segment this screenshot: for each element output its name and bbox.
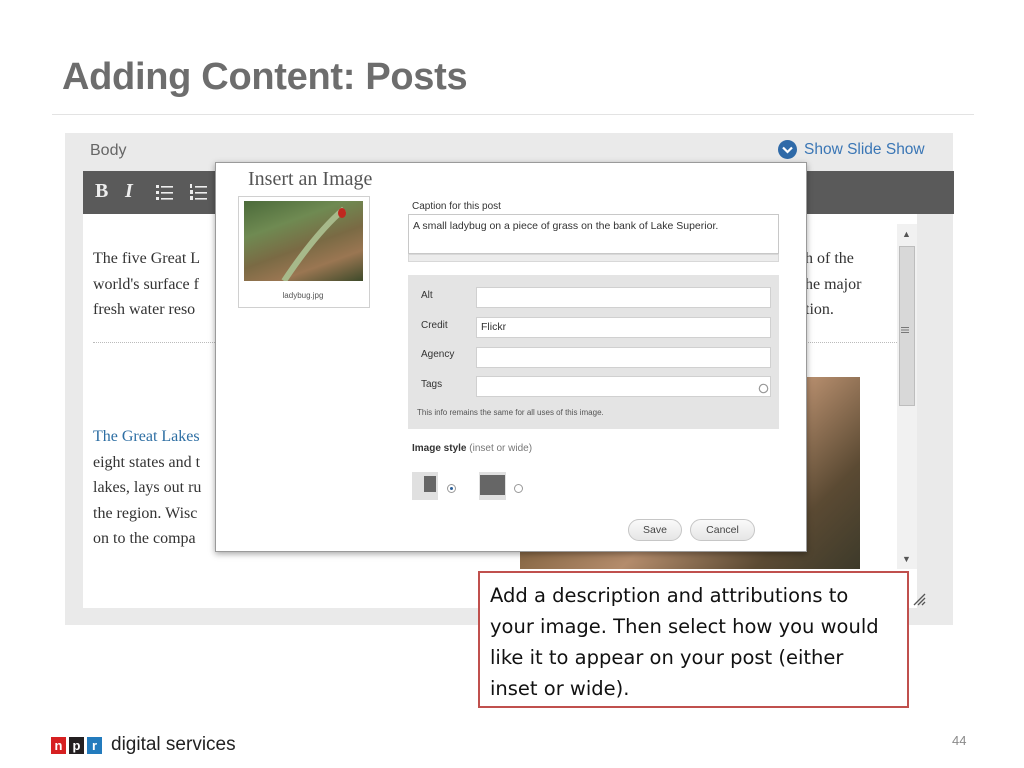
slide-title: Adding Content: Posts: [62, 56, 468, 98]
chevron-down-icon: [778, 140, 797, 159]
numbered-list-icon[interactable]: [190, 183, 208, 206]
caption-label: Caption for this post: [412, 201, 501, 212]
brand-text: digital services: [111, 734, 236, 755]
text-line: tion.: [805, 301, 834, 318]
bulleted-list-icon[interactable]: [156, 183, 174, 206]
text-line: fresh water reso: [93, 301, 196, 318]
logo-letter-p: p: [69, 736, 84, 754]
tags-label: Tags: [421, 379, 443, 390]
npr-logo: n p r digital services: [51, 734, 236, 756]
text-line: on to the compa: [93, 530, 196, 547]
image-style-hint: (inset or wide): [469, 443, 533, 454]
wide-radio[interactable]: [514, 484, 523, 493]
editor-paragraph-2: The Great Lakes eight states and t lakes…: [93, 424, 201, 552]
text-line: h of the: [805, 250, 854, 267]
image-style-label: Image style (inset or wide): [412, 443, 532, 454]
editor-paragraph-1: The five Great L world's surface f fresh…: [93, 246, 200, 323]
dialog-title: Insert an Image: [248, 168, 373, 190]
agency-field[interactable]: [476, 347, 771, 368]
grip-icon: [901, 321, 909, 339]
page-number: 44: [952, 733, 967, 748]
wide-style-icon[interactable]: [479, 472, 506, 500]
instruction-callout: Add a description and attributions to yo…: [478, 571, 909, 708]
text-line: The five Great L: [93, 250, 201, 267]
title-divider: [52, 114, 974, 115]
scroll-up-icon[interactable]: ▲: [902, 229, 911, 239]
text-line: eight states and t: [93, 453, 201, 471]
alt-label: Alt: [421, 290, 433, 301]
body-label: Body: [90, 142, 127, 159]
logo-letter-n: n: [51, 736, 66, 754]
metadata-note: This info remains the same for all uses …: [417, 408, 604, 417]
bold-button[interactable]: B: [95, 180, 108, 203]
cancel-button[interactable]: Cancel: [690, 519, 755, 541]
credit-field[interactable]: Flickr: [476, 317, 771, 338]
ladybug-thumbnail: [244, 201, 363, 281]
great-lakes-link[interactable]: The Great Lakes: [93, 424, 201, 450]
show-slideshow-link[interactable]: Show Slide Show: [778, 140, 925, 159]
inset-style-icon[interactable]: [412, 472, 438, 500]
alt-field[interactable]: [476, 287, 771, 308]
caption-resize-handle[interactable]: [408, 254, 779, 262]
show-slideshow-label: Show Slide Show: [804, 140, 925, 158]
text-line: lakes, lays out ru: [93, 479, 202, 496]
credit-label: Credit: [421, 320, 448, 331]
tags-spinner-icon: [758, 381, 769, 399]
agency-label: Agency: [421, 349, 455, 360]
caption-textarea[interactable]: A small ladybug on a piece of grass on t…: [408, 214, 779, 254]
text-line: the region. Wisc: [93, 504, 198, 522]
inset-radio[interactable]: [447, 484, 456, 493]
italic-button[interactable]: I: [125, 180, 133, 203]
scroll-down-icon[interactable]: ▼: [902, 554, 911, 564]
resize-handle-icon[interactable]: [910, 590, 926, 611]
thumbnail-filename: ladybug.jpg: [282, 291, 324, 300]
save-button[interactable]: Save: [628, 519, 682, 541]
tags-field[interactable]: [476, 376, 771, 397]
text-line: he major: [805, 275, 862, 293]
editor-paragraph-1-right: h of the he major tion.: [805, 246, 861, 323]
image-style-title: Image style: [412, 443, 467, 454]
text-line: world's surface f: [93, 275, 199, 293]
logo-letter-r: r: [87, 736, 102, 754]
